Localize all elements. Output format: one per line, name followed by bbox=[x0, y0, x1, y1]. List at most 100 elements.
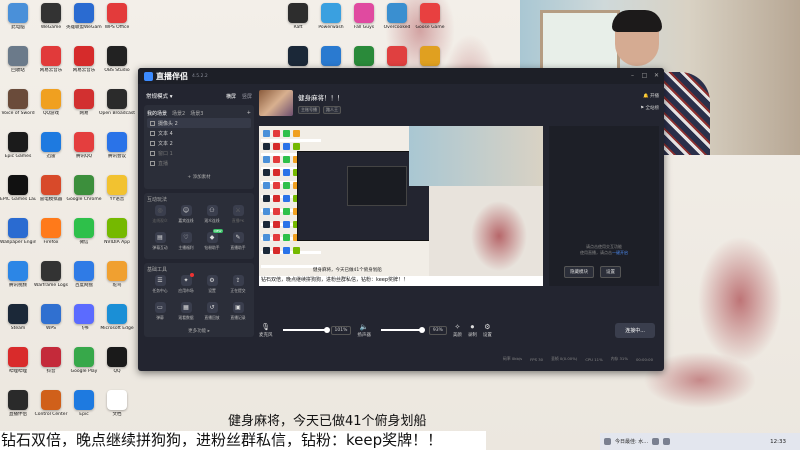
desktop-icon[interactable]: Control Center bbox=[33, 390, 69, 430]
tray-volume-icon[interactable] bbox=[663, 438, 671, 445]
desktop-icon[interactable]: Epic Games bbox=[0, 132, 36, 172]
desktop-icon[interactable]: 直播伴侣 bbox=[0, 390, 36, 430]
rank-link[interactable]: ⚑ 全站榜 bbox=[640, 105, 659, 111]
desktop-icon[interactable]: Firefox bbox=[33, 218, 69, 258]
tool-button[interactable]: ⚙ 设置 bbox=[199, 275, 225, 299]
desktop-icon[interactable]: 哔哩哔哩 bbox=[0, 347, 36, 387]
desktop-icon[interactable]: Wallpaper Engine bbox=[0, 218, 36, 258]
tool-button[interactable]: ▤ 弹幕互动 bbox=[147, 232, 173, 256]
desktop-icon[interactable]: WPS Office bbox=[99, 3, 135, 43]
desktop-icon[interactable]: 回收站 bbox=[0, 46, 36, 86]
desktop-icon[interactable]: 雷电模拟器 bbox=[33, 175, 69, 215]
desktop-icon[interactable]: 网易云音乐 bbox=[33, 46, 69, 86]
mode-selector[interactable]: 常规模式 ▾ bbox=[146, 92, 173, 100]
desktop-icon[interactable]: Fall Guys bbox=[346, 3, 382, 43]
tool-button[interactable]: ▣ 直播记录 bbox=[225, 302, 251, 326]
desktop-icon[interactable]: 抖音 bbox=[33, 347, 69, 387]
desktop-icon[interactable]: 腾讯会议 bbox=[99, 132, 135, 172]
speaker-volume-value[interactable]: 93% bbox=[428, 325, 447, 335]
source-item[interactable]: 文本 4 bbox=[147, 128, 251, 138]
more-features-button[interactable]: 更多功能 ▸ bbox=[147, 328, 251, 334]
tray-news[interactable]: 今日最佳: 水... bbox=[615, 438, 648, 445]
desktop-icon[interactable]: OBS Studio bbox=[99, 46, 135, 86]
desktop-icon[interactable]: Steam bbox=[0, 304, 36, 344]
taskbar-clock[interactable]: 12:33 bbox=[770, 439, 786, 445]
desktop-icon[interactable]: 英雄联盟WeGame版 bbox=[66, 3, 102, 43]
desktop-icon[interactable]: 文档 bbox=[99, 390, 135, 430]
tray-app-icon[interactable] bbox=[604, 438, 611, 445]
desktop-icon[interactable]: QQ游戏 bbox=[33, 89, 69, 129]
tool-button[interactable]: ↺ 直播回放 bbox=[199, 302, 225, 326]
tool-button[interactable]: ⇪ 正在提交 bbox=[225, 275, 251, 299]
settings-button[interactable]: ⚙ 设置 bbox=[483, 323, 492, 338]
tool-button[interactable]: ☺ 嘉宾连线 bbox=[173, 205, 199, 229]
tool-button[interactable]: ◎ 连线观众 bbox=[147, 205, 173, 229]
desktop-icon[interactable]: 百度网盘 bbox=[66, 261, 102, 301]
add-scene-icon[interactable]: + bbox=[247, 110, 251, 116]
add-source-button[interactable]: + 添加素材 bbox=[147, 174, 251, 180]
start-live-button[interactable]: 连接中... bbox=[615, 322, 655, 338]
desktop-icon[interactable]: Overcooked bbox=[379, 3, 415, 43]
tool-button[interactable]: ✦ 应用市场 bbox=[173, 273, 199, 299]
desktop-icon[interactable]: 网易 bbox=[66, 89, 102, 129]
desktop-icon[interactable]: Voice of Sword bbox=[0, 89, 36, 129]
record-button[interactable]: ⏺ 录制 bbox=[468, 323, 477, 338]
scene-tab-3[interactable]: 场景3 bbox=[190, 110, 203, 117]
tab-portrait[interactable]: 竖屏 bbox=[242, 93, 252, 100]
desktop-icon[interactable]: Goose Game bbox=[412, 3, 448, 43]
scene-tab-mine[interactable]: 我的场景 bbox=[147, 110, 167, 117]
desktop-icon[interactable]: 鸵鸟 bbox=[99, 261, 135, 301]
tool-button[interactable]: ▦ 观看数据 bbox=[173, 302, 199, 326]
live-cover-thumbnail[interactable] bbox=[259, 90, 293, 116]
tool-button[interactable]: ⚇ 观众连线 bbox=[199, 205, 225, 229]
desktop-icon[interactable]: Epic bbox=[66, 390, 102, 430]
tray-network-icon[interactable] bbox=[652, 438, 660, 445]
stream-preview[interactable]: 健身麻将，今天已做41个俯身划船 钻石双倍，晚点继续拼狗狗，进粉丝群私信，钻粉：… bbox=[259, 126, 543, 286]
live-tag[interactable]: 路人王 bbox=[323, 106, 341, 114]
desktop-icon[interactable]: 微信 bbox=[66, 218, 102, 258]
desktop-icon[interactable]: QQ bbox=[99, 347, 135, 387]
live-tag[interactable]: 主账号播 bbox=[298, 106, 320, 114]
desktop-icon[interactable]: WPS bbox=[33, 304, 69, 344]
desktop-icon[interactable]: 网易云音乐 bbox=[66, 46, 102, 86]
desktop-icon[interactable]: 此电脑 bbox=[0, 3, 36, 43]
close-icon[interactable]: ✕ bbox=[653, 72, 660, 79]
source-item[interactable]: 摄像头 2 bbox=[147, 118, 251, 128]
speaker-toggle[interactable]: 🔈 扬声器 bbox=[357, 323, 371, 338]
desktop-icon[interactable]: Warframe Logs bbox=[33, 261, 69, 301]
desktop-icon[interactable]: Powerwash bbox=[313, 3, 349, 43]
desktop-icon[interactable]: 迅雷 bbox=[33, 132, 69, 172]
source-item[interactable]: 窗口 1 bbox=[147, 148, 251, 158]
desktop-icon[interactable]: 飞书 bbox=[66, 304, 102, 344]
mic-volume-slider[interactable] bbox=[282, 327, 330, 333]
minimize-icon[interactable]: – bbox=[629, 72, 636, 79]
desktop-icon[interactable]: Google Play bbox=[66, 347, 102, 387]
speaker-volume-slider[interactable] bbox=[380, 327, 425, 333]
mic-volume-value[interactable]: 101% bbox=[330, 325, 352, 335]
mic-toggle[interactable]: 🎙 麦克风 bbox=[259, 323, 273, 338]
tool-button[interactable]: ♡ 主播福利 bbox=[173, 232, 199, 256]
source-item[interactable]: 直播 bbox=[147, 158, 251, 168]
hint-settings-button[interactable]: 设置 bbox=[600, 266, 621, 278]
hide-module-button[interactable]: 隐藏模块 bbox=[564, 266, 594, 278]
desktop-icon[interactable]: NVIDIA App bbox=[99, 218, 135, 258]
tool-button[interactable]: ⚔ 直播PK bbox=[225, 205, 251, 229]
desktop-icon[interactable]: EPIC Games Launcher bbox=[0, 175, 36, 215]
desktop-icon[interactable]: Open Broadcast bbox=[99, 89, 135, 129]
tab-landscape[interactable]: 横屏 bbox=[226, 93, 236, 100]
desktop-icon[interactable]: 腾讯QQ bbox=[66, 132, 102, 172]
enable-link[interactable]: 一键开启 bbox=[612, 250, 628, 255]
live-title[interactable]: 健身麻将！！！ bbox=[298, 92, 344, 102]
tool-button[interactable]: ✎ 直播助手 bbox=[225, 232, 251, 256]
tool-button[interactable]: ☰ 任务中心 bbox=[147, 275, 173, 299]
app-titlebar[interactable]: 直播伴侣 4.5.2.2 – □ ✕ bbox=[138, 68, 664, 84]
maximize-icon[interactable]: □ bbox=[641, 72, 648, 79]
beauty-button[interactable]: ✧ 美颜 bbox=[453, 323, 462, 338]
tool-button[interactable]: ◆ NEW 钻粉助手 bbox=[199, 229, 225, 256]
bell-link[interactable]: 🔔 开播 bbox=[640, 93, 659, 99]
tool-button[interactable]: ▭ 弹幕 bbox=[147, 302, 173, 326]
desktop-icon[interactable]: WeGame bbox=[33, 3, 69, 43]
desktop-icon[interactable]: Microsoft Edge bbox=[99, 304, 135, 344]
source-item[interactable]: 文本 2 bbox=[147, 138, 251, 148]
desktop-icon[interactable]: YY语音 bbox=[99, 175, 135, 215]
